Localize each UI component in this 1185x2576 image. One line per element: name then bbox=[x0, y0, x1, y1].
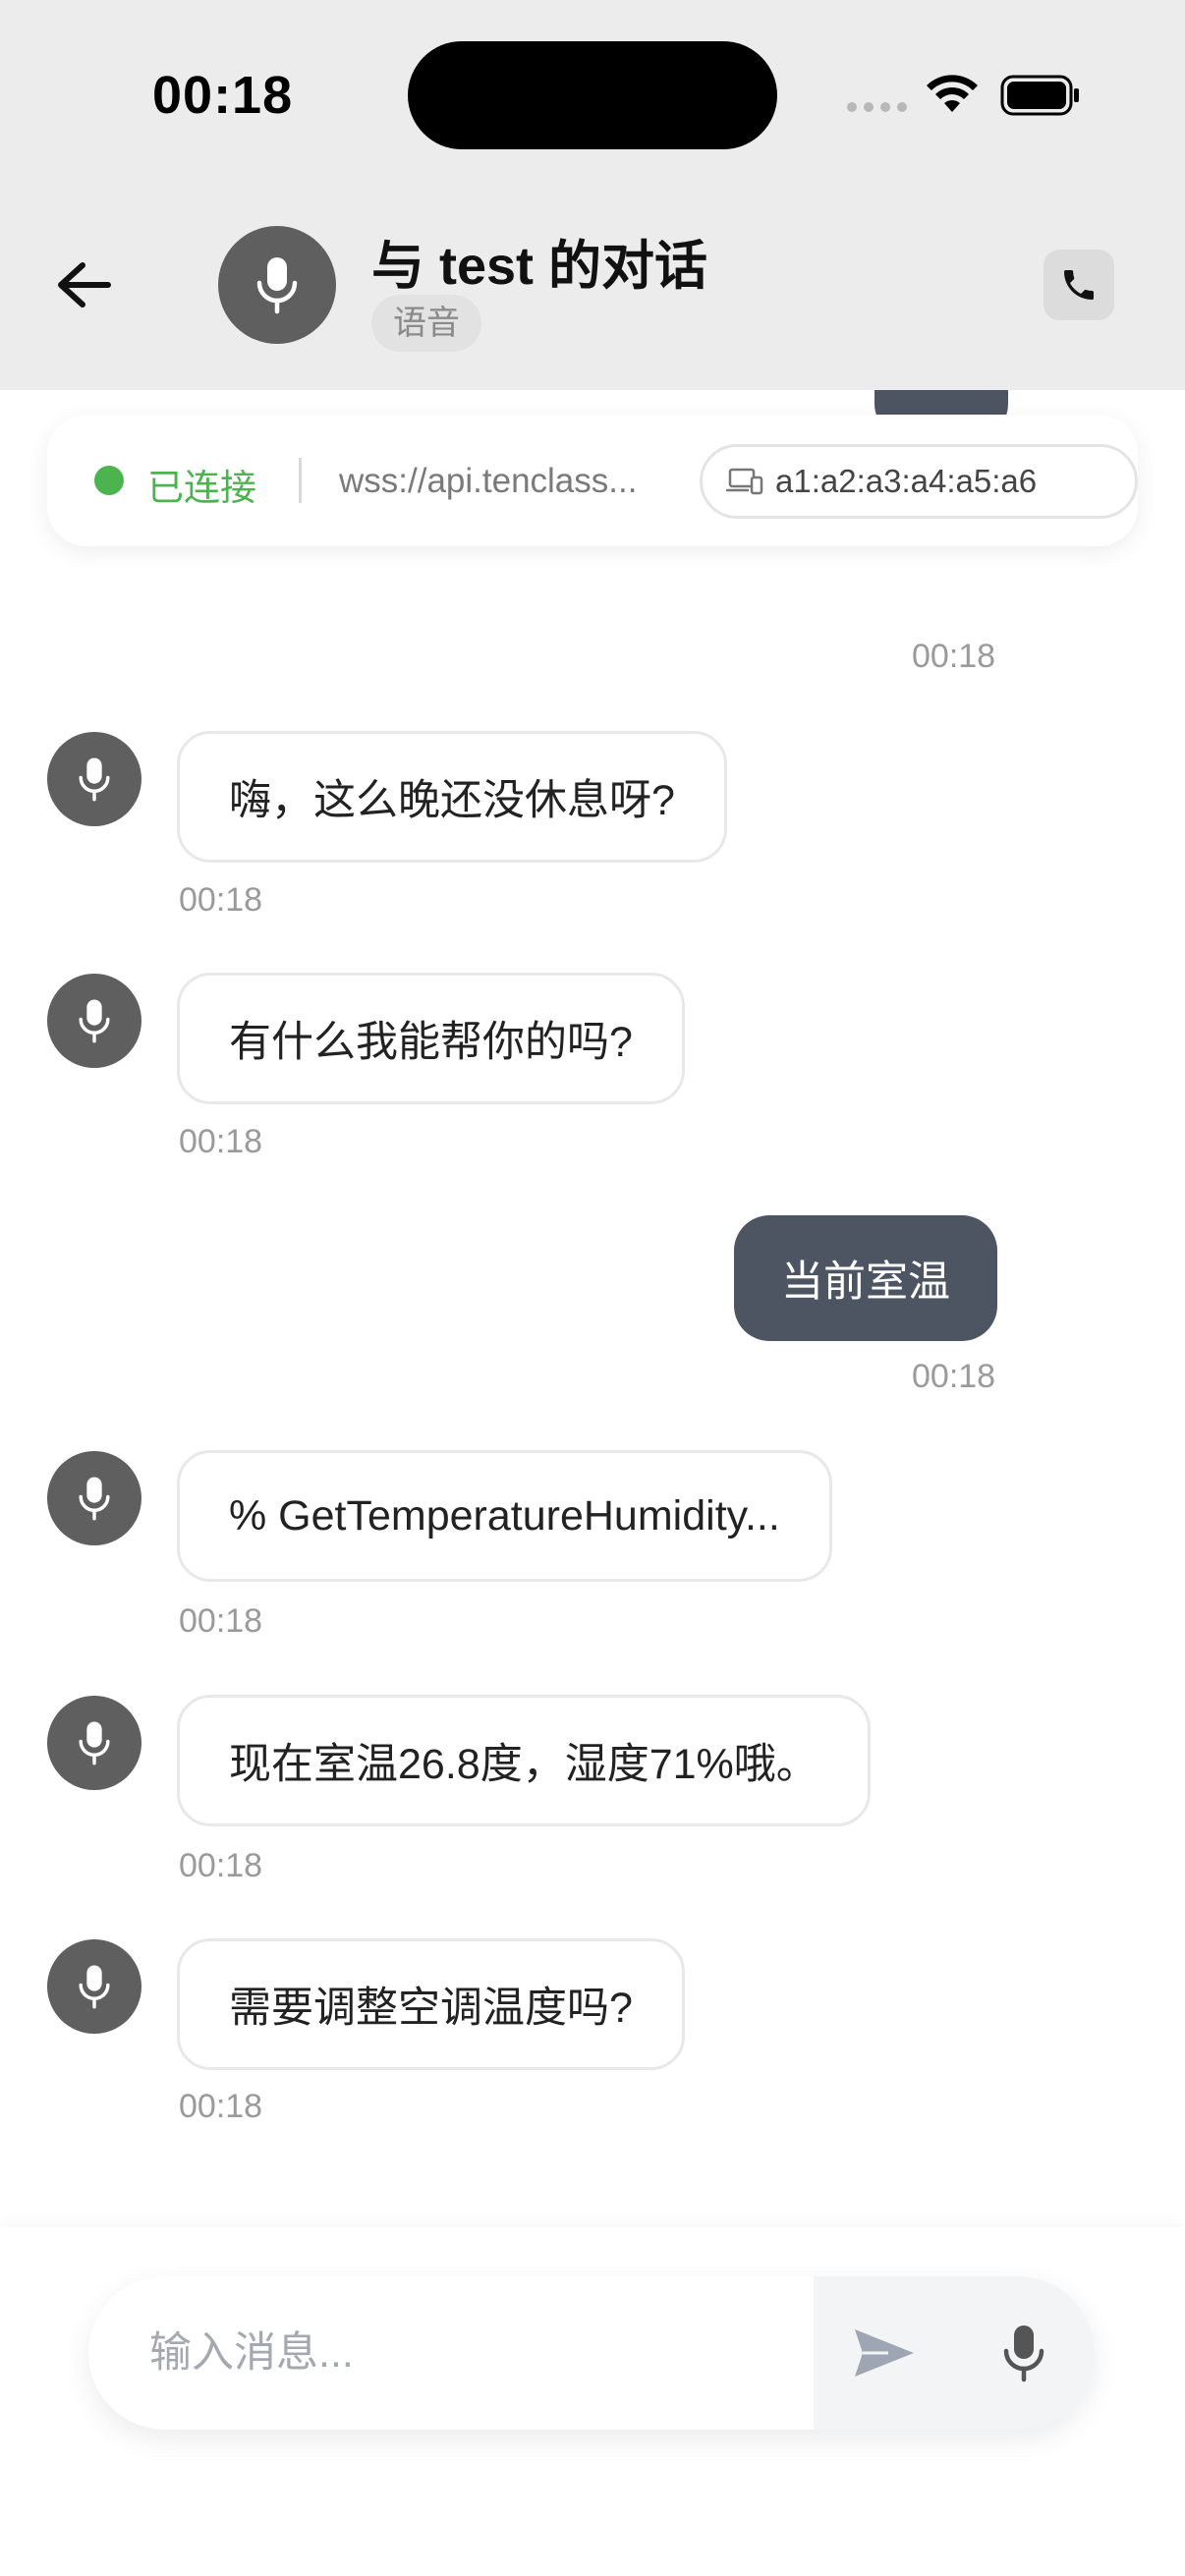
message-text: 需要调整空调温度吗? bbox=[229, 1985, 633, 2032]
message-text: 有什么我能帮你的吗? bbox=[229, 1019, 633, 1066]
microphone-icon bbox=[79, 1721, 110, 1765]
microphone-icon bbox=[79, 999, 110, 1043]
message-text: 当前室温 bbox=[781, 1259, 950, 1306]
cellular-signal-icon bbox=[847, 102, 907, 112]
microphone-icon bbox=[1003, 2325, 1044, 2382]
page-title: 与 test 的对话 bbox=[371, 237, 708, 296]
connection-status-bar: 已连接 wss://api.tenclass... a1:a2:a3:a4:a5… bbox=[47, 415, 1138, 546]
microphone-icon bbox=[79, 1965, 110, 2009]
message-time: 00:18 bbox=[912, 1358, 996, 1395]
send-icon bbox=[855, 2329, 914, 2377]
status-bar-time: 00:18 bbox=[152, 66, 294, 125]
message-time: 00:18 bbox=[179, 1847, 263, 1884]
call-button[interactable] bbox=[1044, 250, 1114, 320]
chat-messages[interactable]: 00:18 嗨，这么晚还没休息呀? 00:18 有什么我能帮你的吗? 00:18… bbox=[0, 390, 1185, 2227]
bot-avatar bbox=[47, 1696, 141, 1790]
bot-message-bubble[interactable]: 需要调整空调温度吗? bbox=[177, 1938, 685, 2070]
message-composer bbox=[0, 2227, 1185, 2576]
divider bbox=[299, 458, 302, 503]
bot-message-bubble[interactable]: 有什么我能帮你的吗? bbox=[177, 973, 685, 1104]
device-mac-chip[interactable]: a1:a2:a3:a4:a5:a6 bbox=[700, 444, 1138, 519]
microphone-icon bbox=[256, 257, 298, 314]
server-url: wss://api.tenclass... bbox=[339, 462, 638, 500]
microphone-icon bbox=[79, 1477, 110, 1521]
message-time: 00:18 bbox=[912, 638, 996, 675]
bot-avatar bbox=[47, 974, 141, 1068]
message-text: % GetTemperatureHumidity... bbox=[229, 1491, 780, 1540]
message-time: 00:18 bbox=[179, 2088, 263, 2125]
microphone-icon bbox=[79, 757, 110, 802]
agent-avatar bbox=[218, 226, 336, 344]
send-button[interactable] bbox=[845, 2314, 924, 2392]
bot-avatar bbox=[47, 1451, 141, 1545]
connection-indicator bbox=[94, 466, 124, 495]
device-mac-text: a1:a2:a3:a4:a5:a6 bbox=[775, 463, 1038, 499]
bot-message-bubble[interactable]: % GetTemperatureHumidity... bbox=[177, 1450, 832, 1582]
bot-message-bubble[interactable]: 嗨，这么晚还没休息呀? bbox=[177, 731, 727, 863]
back-button[interactable] bbox=[49, 251, 118, 319]
devices-icon bbox=[726, 468, 763, 495]
message-text: 现在室温26.8度，湿度71%哦。 bbox=[229, 1741, 818, 1788]
message-time: 00:18 bbox=[179, 1123, 263, 1160]
dynamic-island bbox=[408, 41, 777, 149]
message-text: 嗨，这么晚还没休息呀? bbox=[229, 777, 675, 824]
user-message-bubble[interactable]: 当前室温 bbox=[734, 1215, 997, 1341]
wifi-icon bbox=[927, 75, 978, 112]
arrow-left-icon bbox=[58, 262, 111, 308]
message-time: 00:18 bbox=[179, 1602, 263, 1640]
phone-icon bbox=[1064, 270, 1094, 300]
connection-status-text: 已连接 bbox=[147, 468, 256, 508]
voice-input-button[interactable] bbox=[985, 2308, 1063, 2398]
message-time: 00:18 bbox=[179, 881, 263, 919]
app-header: 00:18 与 test 的对话 语音 bbox=[0, 0, 1185, 390]
composer-bar bbox=[88, 2276, 1095, 2430]
bot-avatar bbox=[47, 1939, 141, 2034]
battery-icon bbox=[1000, 75, 1079, 116]
message-input[interactable] bbox=[88, 2276, 814, 2430]
bot-avatar bbox=[47, 732, 141, 826]
mode-badge: 语音 bbox=[371, 295, 481, 352]
bot-message-bubble[interactable]: 现在室温26.8度，湿度71%哦。 bbox=[177, 1695, 871, 1826]
